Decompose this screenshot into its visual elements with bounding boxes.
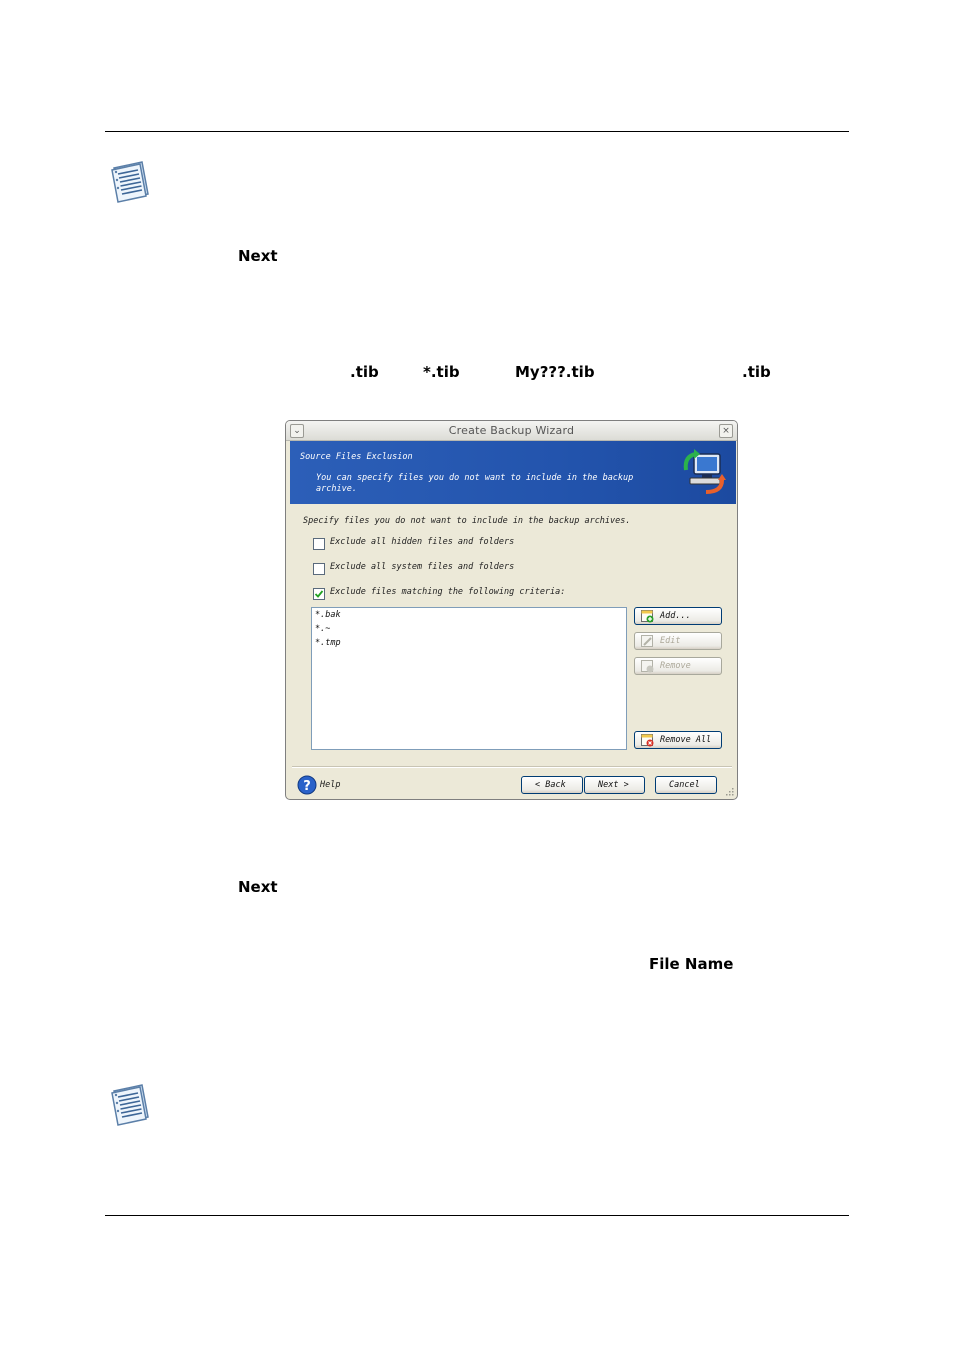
help-link[interactable]: Help — [320, 780, 340, 790]
backup-computer-icon — [683, 449, 726, 494]
tib-mask-label: *.tib — [423, 363, 460, 381]
remove-icon — [641, 660, 654, 673]
exclude-matching-checkbox[interactable] — [313, 588, 325, 600]
exclude-matching-label: Exclude files matching the following cri… — [330, 587, 566, 597]
criteria-list[interactable]: *.bak *.~ *.tmp — [311, 607, 627, 750]
back-button-label: < Back — [535, 780, 566, 790]
bottom-rule — [105, 1215, 849, 1216]
next-label-2: Next — [238, 878, 278, 896]
tib-extension-label-2: .tib — [742, 363, 771, 381]
file-name-label: File Name — [649, 955, 734, 973]
cancel-button[interactable]: Cancel — [655, 776, 717, 794]
edit-button-label: Edit — [660, 636, 681, 646]
exclude-system-label: Exclude all system files and folders — [330, 562, 515, 572]
footer-divider — [292, 766, 732, 768]
list-item[interactable]: *.~ — [315, 624, 330, 634]
tib-extension-label: .tib — [350, 363, 379, 381]
edit-button[interactable]: Edit — [634, 632, 722, 650]
create-backup-wizard-dialog: ⌄ Create Backup Wizard × Source Files Ex… — [285, 420, 738, 800]
dialog-title: Create Backup Wizard — [448, 424, 575, 437]
dialog-titlebar: ⌄ Create Backup Wizard × — [286, 421, 737, 441]
remove-all-button[interactable]: Remove All — [634, 731, 722, 749]
help-icon[interactable]: ? — [297, 775, 317, 795]
cancel-button-label: Cancel — [669, 780, 700, 790]
add-button[interactable]: Add... — [634, 607, 722, 625]
resize-grip-icon[interactable] — [725, 787, 734, 796]
next-label: Next — [238, 247, 278, 265]
checkmark-icon — [314, 590, 324, 598]
remove-button[interactable]: Remove — [634, 657, 722, 675]
exclude-hidden-label: Exclude all hidden files and folders — [330, 537, 515, 547]
banner-description: You can specify files you do not want to… — [316, 473, 634, 494]
note-icon — [111, 161, 149, 203]
note-icon — [111, 1084, 149, 1126]
wizard-banner: Source Files Exclusion You can specify f… — [290, 441, 736, 504]
instruction-text: Specify files you do not want to include… — [303, 516, 631, 526]
list-item[interactable]: *.bak — [315, 610, 341, 620]
next-button[interactable]: Next > — [584, 776, 645, 794]
exclude-system-checkbox[interactable] — [313, 563, 325, 575]
back-button[interactable]: < Back — [521, 776, 583, 794]
close-button[interactable]: × — [719, 424, 733, 438]
next-button-label: Next > — [598, 780, 629, 790]
svg-text:?: ? — [303, 779, 311, 794]
remove-all-icon — [641, 734, 654, 747]
remove-all-button-label: Remove All — [660, 735, 712, 745]
add-icon — [641, 610, 654, 623]
top-rule — [105, 131, 849, 132]
remove-button-label: Remove — [660, 661, 691, 671]
edit-icon — [641, 635, 653, 647]
banner-title: Source Files Exclusion — [300, 452, 413, 462]
my-tib-mask-label: My???.tib — [515, 363, 595, 381]
exclude-hidden-checkbox[interactable] — [313, 538, 325, 550]
add-button-label: Add... — [660, 611, 691, 621]
list-item[interactable]: *.tmp — [315, 638, 341, 648]
